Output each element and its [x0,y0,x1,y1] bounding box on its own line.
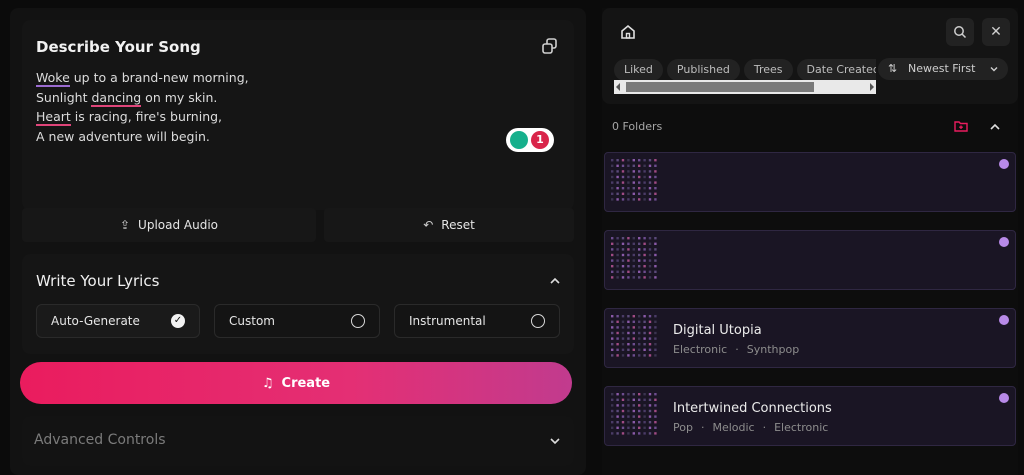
option-instrumental[interactable]: Instrumental [394,304,560,338]
chevron-up-icon[interactable] [990,122,1000,132]
create-label: Create [281,375,331,391]
scroll-right-icon[interactable] [870,83,874,91]
lyric-line: Sunlight dancing on my skin. [36,89,218,107]
song-tag: Synthpop [746,343,800,356]
option-label: Custom [229,314,275,328]
chevron-down-icon[interactable] [550,436,560,446]
song-tag: Electronic [673,343,728,356]
song-tag: Pop [673,421,693,434]
option-label: Instrumental [409,314,486,328]
song-tag: Electronic [774,421,829,434]
song-card[interactable] [604,152,1016,212]
song-artwork [611,393,657,435]
upload-audio-button[interactable]: ⇪ Upload Audio [22,208,316,242]
song-card[interactable]: Intertwined Connections Pop · Melodic · Elect… [604,386,1016,446]
close-button[interactable]: ✕ [982,18,1010,46]
folders-count: 0 Folders [612,120,663,133]
song-artwork [611,315,657,357]
scroll-thumb[interactable] [626,82,814,92]
song-creation-panel: Describe Your Song Woke up to a brand-ne… [10,8,586,475]
status-dot [999,315,1009,325]
app-root: Describe Your Song Woke up to a brand-ne… [0,0,1024,475]
lyric-line: Woke up to a brand-new morning, [36,70,249,87]
sort-dropdown[interactable]: ⇅ Newest First [878,58,1008,80]
describe-title: Describe Your Song [36,38,201,56]
filter-chip-date-created[interactable]: Date Created [796,59,876,80]
song-description-text[interactable]: Woke up to a brand-new morning, Sunlight … [36,68,249,146]
describe-song-box[interactable]: Describe Your Song Woke up to a brand-ne… [22,20,574,210]
lyric-line: A new adventure will begin. [36,128,210,144]
song-title: Intertwined Connections [673,401,832,416]
library-panel: ✕ Liked Published Trees Date Created ⇅ Newe… [602,8,1018,475]
option-custom[interactable]: Custom [214,304,380,338]
song-card[interactable] [604,230,1016,290]
filter-chips: Liked Published Trees Date Created [614,58,876,80]
folders-row: 0 Folders [602,114,1018,138]
undo-icon: ↶ [423,218,434,232]
search-icon [954,26,967,39]
create-button[interactable]: ♫ Create [20,362,572,404]
flagged-word[interactable]: Heart [36,109,71,126]
chevron-down-icon [990,67,998,72]
check-icon: ✓ [171,314,185,328]
status-dot [999,237,1009,247]
copy-icon[interactable] [540,36,560,56]
advanced-controls-title: Advanced Controls [34,432,166,448]
add-folder-icon[interactable] [954,120,968,132]
flagged-word[interactable]: dancing [91,89,142,107]
chips-scrollbar[interactable] [614,80,876,94]
home-icon[interactable] [620,24,636,40]
advanced-controls-section[interactable]: Advanced Controls [22,416,574,466]
upload-icon: ⇪ [119,218,131,232]
scroll-left-icon[interactable] [616,83,620,91]
filter-chip-trees[interactable]: Trees [743,59,793,80]
flagged-word[interactable]: Woke [36,70,70,87]
sort-icon: ⇅ [888,62,898,75]
song-tags: Pop · Melodic · Electronic [673,421,829,434]
grammar-check-badge[interactable]: 1 [506,128,554,152]
radio-icon [531,314,545,328]
music-note-icon: ♫ [261,375,274,391]
song-title: Digital Utopia [673,323,762,338]
filter-chip-liked[interactable]: Liked [614,59,663,80]
upload-audio-label: Upload Audio [138,218,219,232]
lyric-line: Heart is racing, fire's burning, [36,109,223,126]
library-toolbar: ✕ Liked Published Trees Date Created ⇅ Newe… [602,8,1018,104]
close-icon: ✕ [990,24,1002,40]
chevron-up-icon[interactable] [550,276,560,286]
write-lyrics-title: Write Your Lyrics [36,272,160,290]
reset-button[interactable]: ↶ Reset [324,208,574,242]
status-dot [999,159,1009,169]
grammar-bulb-icon [510,131,528,149]
song-tag: Melodic [712,421,755,434]
sort-label: Newest First [908,62,976,75]
radio-icon [351,314,365,328]
option-auto-generate[interactable]: Auto-Generate ✓ [36,304,200,338]
song-tags: Electronic · Synthpop [673,343,800,356]
search-button[interactable] [946,18,974,46]
option-label: Auto-Generate [51,314,140,328]
song-card[interactable]: Digital Utopia Electronic · Synthpop [604,308,1016,368]
reset-label: Reset [441,218,475,232]
status-dot [999,393,1009,403]
write-lyrics-section: Write Your Lyrics Auto-Generate ✓ Custom… [22,254,574,354]
song-artwork [611,159,657,201]
filter-chip-published[interactable]: Published [666,59,740,80]
song-artwork [611,237,657,279]
grammar-count: 1 [531,131,549,149]
